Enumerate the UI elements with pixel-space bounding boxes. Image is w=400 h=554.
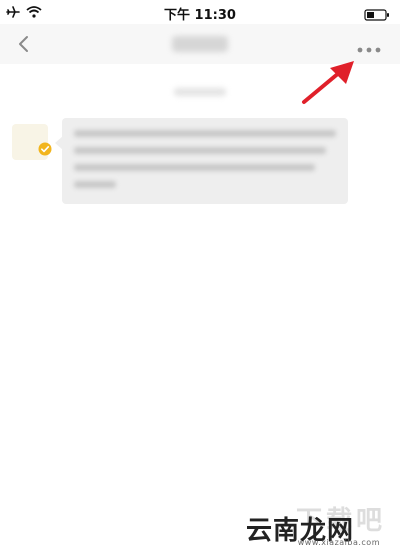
- status-bar: 下午 11:30: [0, 0, 400, 24]
- back-button[interactable]: [14, 34, 34, 54]
- battery-icon: [364, 9, 389, 21]
- watermark-url: www.xiazaiba.com: [297, 538, 380, 547]
- chevron-left-icon: [19, 36, 28, 52]
- message-text-blurred: [74, 130, 336, 198]
- status-right: [364, 6, 390, 25]
- message-timestamp-blurred: [174, 88, 226, 96]
- annotation-arrow-icon: [302, 61, 354, 104]
- watermark: 下载吧 云南龙网 www.xiazaiba.com: [242, 500, 392, 548]
- nav-title-blurred: [172, 36, 228, 52]
- chat-area[interactable]: [0, 64, 400, 554]
- status-time: 下午 11:30: [164, 8, 236, 23]
- message-bubble[interactable]: [62, 118, 348, 204]
- more-options-button[interactable]: [356, 40, 382, 53]
- verified-badge-icon: [38, 142, 52, 156]
- more-horizontal-icon: [357, 47, 381, 53]
